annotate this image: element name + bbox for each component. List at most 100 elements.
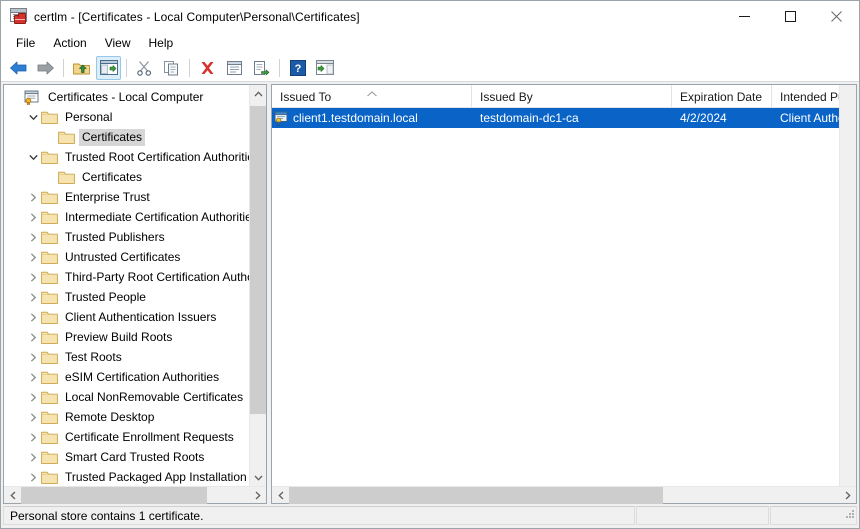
certificates-rows[interactable]: client1.testdomain.localtestdomain-dc1-c… <box>272 108 839 486</box>
tree-item-label: Certificates <box>79 129 145 146</box>
folder-icon <box>41 370 58 384</box>
tree-item-certificates-1[interactable]: Certificates <box>4 127 249 147</box>
copy-icon[interactable] <box>159 56 184 80</box>
tree-item-local-nonremovable-certificates-14[interactable]: Local NonRemovable Certificates <box>4 387 249 407</box>
tree-item-personal-0[interactable]: Personal <box>4 107 249 127</box>
status-panel-2 <box>636 506 769 525</box>
tree-list[interactable]: Certificates - Local Computer Personal Cer… <box>4 85 249 486</box>
up-one-level-folder-icon[interactable] <box>69 56 94 80</box>
chevron-right-icon[interactable] <box>25 327 41 347</box>
tree-item-client-authentication-issuers-10[interactable]: Client Authentication Issuers <box>4 307 249 327</box>
tree-item-label: Personal <box>62 109 115 126</box>
tree-horizontal-scrollbar[interactable] <box>4 486 266 503</box>
chevron-right-icon[interactable] <box>25 207 41 227</box>
tree-scroll-track[interactable] <box>250 102 266 469</box>
back-arrow-icon[interactable] <box>6 56 31 80</box>
chevron-right-icon[interactable] <box>25 387 41 407</box>
chevron-right-icon[interactable] <box>25 447 41 467</box>
tree-hscroll-track[interactable] <box>21 487 249 504</box>
tree-item-esim-certification-authorities-13[interactable]: eSIM Certification Authorities <box>4 367 249 387</box>
chevron-right-icon[interactable] <box>25 307 41 327</box>
tree-item-untrusted-certificates-7[interactable]: Untrusted Certificates <box>4 247 249 267</box>
toolbar-separator <box>189 59 190 77</box>
tree-scroll-thumb[interactable] <box>250 106 266 414</box>
tree-item-intermediate-certification-authorities-5[interactable]: Intermediate Certification Authorities <box>4 207 249 227</box>
toolbar-separator <box>63 59 64 77</box>
list-column-headers[interactable]: Issued ToIssued ByExpiration DateIntende… <box>272 85 839 108</box>
list-scroll-right-button[interactable] <box>839 487 856 504</box>
folder-icon <box>41 430 58 444</box>
column-header-intended-purp[interactable]: Intended Purp <box>772 85 839 108</box>
title-bar: certlm - [Certificates - Local Computer\… <box>1 1 859 32</box>
chevron-right-icon[interactable] <box>25 367 41 387</box>
status-panel-3 <box>770 506 857 525</box>
tree-scroll-left-button[interactable] <box>4 487 21 504</box>
tree-item-label: Remote Desktop <box>62 409 157 426</box>
tree-item-enterprise-trust-4[interactable]: Enterprise Trust <box>4 187 249 207</box>
chevron-right-icon[interactable] <box>25 187 41 207</box>
export-list-icon[interactable] <box>249 56 274 80</box>
chevron-right-icon[interactable] <box>25 467 41 486</box>
tree-twisty-spacer <box>8 87 24 107</box>
tree-vertical-scrollbar[interactable] <box>249 85 266 486</box>
list-hscroll-track[interactable] <box>289 487 839 504</box>
chevron-right-icon[interactable] <box>25 347 41 367</box>
maximize-icon[interactable] <box>767 1 813 32</box>
tree-item-label: eSIM Certification Authorities <box>62 369 222 386</box>
resize-grip-icon[interactable] <box>843 508 855 523</box>
tree-root-certificates-local-computer[interactable]: Certificates - Local Computer <box>4 87 249 107</box>
tree-scroll-down-button[interactable] <box>250 469 266 486</box>
menu-view[interactable]: View <box>96 34 140 53</box>
chevron-right-icon[interactable] <box>25 247 41 267</box>
folder-icon <box>41 330 58 344</box>
window-controls <box>721 1 859 32</box>
certificate-row[interactable]: client1.testdomain.localtestdomain-dc1-c… <box>272 108 839 128</box>
list-inner: Issued ToIssued ByExpiration DateIntende… <box>272 85 839 486</box>
chevron-right-icon[interactable] <box>25 267 41 287</box>
tree-scroll-right-button[interactable] <box>249 487 266 504</box>
tree-item-preview-build-roots-11[interactable]: Preview Build Roots <box>4 327 249 347</box>
column-header-issued-by[interactable]: Issued By <box>472 85 672 108</box>
tree-item-certificate-enrollment-requests-16[interactable]: Certificate Enrollment Requests <box>4 427 249 447</box>
tree-item-trusted-people-9[interactable]: Trusted People <box>4 287 249 307</box>
list-hscroll-thumb[interactable] <box>289 487 663 504</box>
main-area: Certificates - Local Computer Personal Cer… <box>1 82 859 504</box>
close-icon[interactable] <box>813 1 859 32</box>
minimize-icon[interactable] <box>721 1 767 32</box>
forward-arrow-icon[interactable] <box>33 56 58 80</box>
tree-item-label: Smart Card Trusted Roots <box>62 449 207 466</box>
tree-item-label: Third-Party Root Certification Authori <box>62 269 249 286</box>
cut-scissors-icon[interactable] <box>132 56 157 80</box>
menu-file[interactable]: File <box>7 34 44 53</box>
tree-hscroll-thumb[interactable] <box>21 487 207 504</box>
menu-action[interactable]: Action <box>44 34 95 53</box>
list-scroll-left-button[interactable] <box>272 487 289 504</box>
chevron-right-icon[interactable] <box>25 227 41 247</box>
tree-item-remote-desktop-15[interactable]: Remote Desktop <box>4 407 249 427</box>
tree-item-trusted-root-certification-authorities-2[interactable]: Trusted Root Certification Authorities <box>4 147 249 167</box>
chevron-down-icon[interactable] <box>25 147 41 167</box>
tree-item-third-party-root-certification-authori-8[interactable]: Third-Party Root Certification Authori <box>4 267 249 287</box>
menu-help[interactable]: Help <box>140 34 183 53</box>
chevron-right-icon[interactable] <box>25 407 41 427</box>
show-hide-action-pane-icon[interactable] <box>312 56 337 80</box>
help-question-icon[interactable]: ? <box>285 56 310 80</box>
chevron-down-icon[interactable] <box>25 107 41 127</box>
chevron-right-icon[interactable] <box>25 427 41 447</box>
column-header-issued-to[interactable]: Issued To <box>272 85 472 108</box>
list-horizontal-scrollbar[interactable] <box>272 486 856 503</box>
tree-item-smart-card-trusted-roots-17[interactable]: Smart Card Trusted Roots <box>4 447 249 467</box>
tree-scroll-up-button[interactable] <box>250 85 266 102</box>
chevron-right-icon[interactable] <box>25 287 41 307</box>
column-header-expiration-date[interactable]: Expiration Date <box>672 85 772 108</box>
list-vertical-scrollbar[interactable] <box>839 85 856 486</box>
delete-red-x-icon[interactable] <box>195 56 220 80</box>
tree-item-certificates-3[interactable]: Certificates <box>4 167 249 187</box>
tree-item-trusted-packaged-app-installation-au-18[interactable]: Trusted Packaged App Installation Au <box>4 467 249 486</box>
tree-item-test-roots-12[interactable]: Test Roots <box>4 347 249 367</box>
tree-item-trusted-publishers-6[interactable]: Trusted Publishers <box>4 227 249 247</box>
properties-icon[interactable] <box>222 56 247 80</box>
folder-icon <box>41 270 58 284</box>
console-root-icon <box>24 90 41 105</box>
show-hide-console-tree-icon[interactable] <box>96 56 121 80</box>
